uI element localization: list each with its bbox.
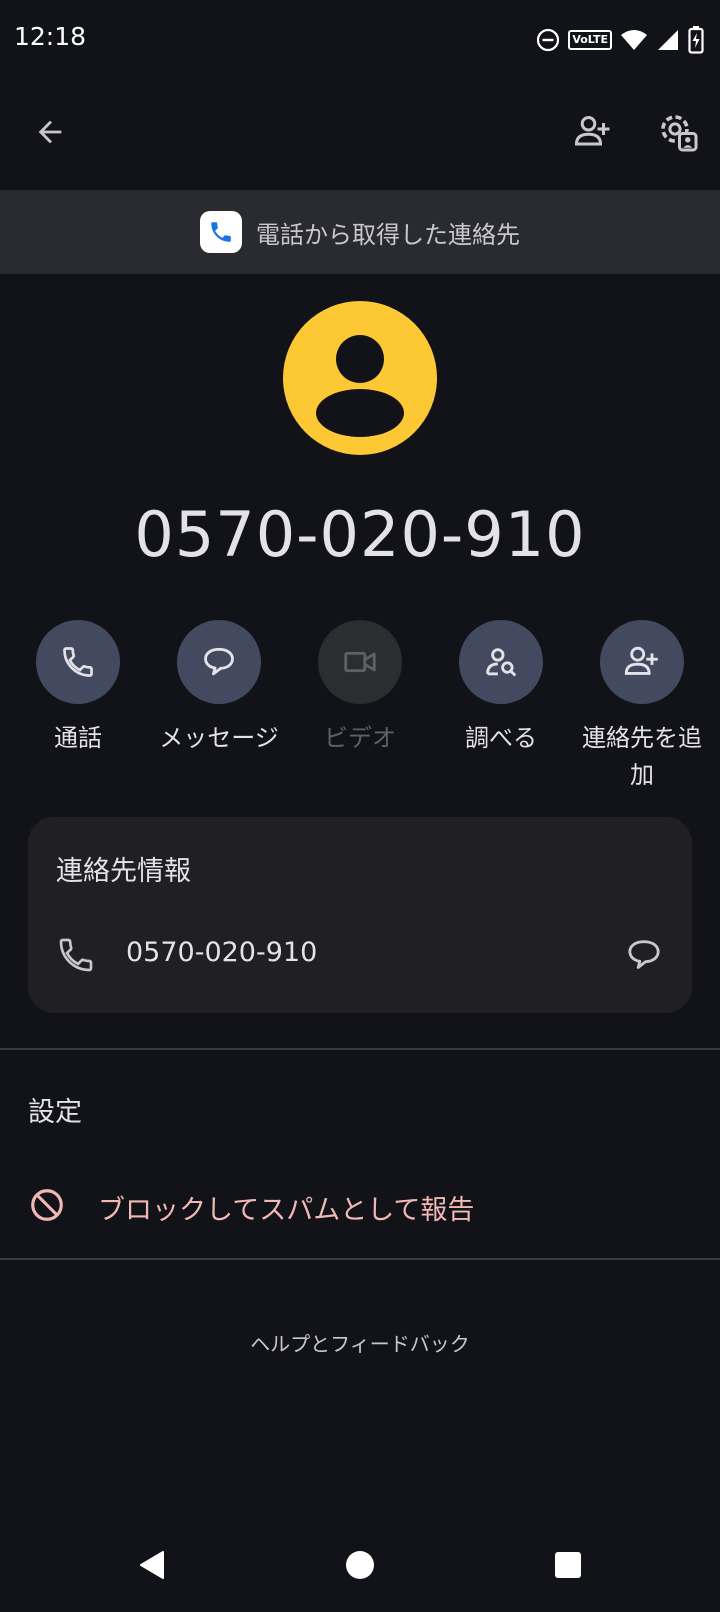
- phone-number-value: 0570-020-910: [126, 937, 318, 968]
- call-action[interactable]: 通話: [8, 620, 148, 757]
- message-label: メッセージ: [159, 724, 279, 752]
- quick-actions: 通話 メッセージ ビデオ 調べる 連絡先を追加: [0, 620, 720, 790]
- message-action[interactable]: メッセージ: [149, 620, 289, 757]
- video-label: ビデオ: [324, 724, 396, 752]
- status-bar: 12:18 VoLTE: [0, 0, 720, 80]
- divider: [0, 1048, 720, 1050]
- add-contact-action[interactable]: 連絡先を追加: [572, 620, 712, 794]
- add-contact-action-button[interactable]: [600, 620, 684, 704]
- wifi-icon: [621, 30, 647, 50]
- person-add-icon: [574, 115, 610, 146]
- nav-home-button[interactable]: [325, 1530, 395, 1600]
- call-button[interactable]: [36, 620, 120, 704]
- back-button[interactable]: [20, 102, 80, 162]
- nav-back-button[interactable]: [117, 1530, 187, 1600]
- video-action[interactable]: ビデオ: [290, 620, 430, 757]
- battery-charging-icon: [688, 26, 704, 54]
- phone-icon: [63, 647, 93, 677]
- search-action[interactable]: 調べる: [431, 620, 571, 757]
- person-search-icon: [486, 648, 517, 677]
- phone-number-row[interactable]: 0570-020-910: [28, 917, 692, 993]
- volte-icon: VoLTE: [568, 30, 612, 50]
- manage-accounts-icon: [661, 115, 698, 152]
- block-icon: [31, 1189, 63, 1221]
- nav-back-icon: [140, 1551, 164, 1579]
- contact-details-screen: 12:18 VoLTE 電話から取得した連絡先 0570-020-910 通話 …: [0, 0, 720, 1612]
- contact-info-card: 連絡先情報 0570-020-910: [28, 817, 692, 1013]
- nav-home-icon: [346, 1551, 374, 1579]
- status-time: 12:18: [14, 22, 87, 51]
- person-add-icon: [624, 646, 658, 675]
- divider: [0, 1258, 720, 1260]
- video-button[interactable]: [318, 620, 402, 704]
- message-icon: [204, 647, 234, 676]
- system-nav-bar: [0, 1530, 720, 1612]
- cell-signal-icon: [658, 30, 678, 50]
- phone-icon: [59, 938, 93, 972]
- settings-heading: 設定: [28, 1097, 82, 1128]
- send-message-button[interactable]: [622, 933, 666, 977]
- contact-settings-button[interactable]: [648, 102, 708, 162]
- block-report-spam-label: ブロックしてスパムとして報告: [98, 1195, 475, 1226]
- nav-recents-button[interactable]: [533, 1530, 603, 1600]
- arrow-back-icon: [38, 120, 62, 144]
- avatar: [283, 301, 437, 455]
- phone-app-icon: [200, 211, 242, 253]
- contact-source-banner: 電話から取得した連絡先: [0, 190, 720, 274]
- person-icon: [316, 335, 404, 437]
- source-banner-text: 電話から取得した連絡先: [256, 220, 520, 249]
- message-button[interactable]: [177, 620, 261, 704]
- help-feedback-link[interactable]: ヘルプとフィードバック: [0, 1328, 720, 1357]
- contact-number: 0570-020-910: [134, 498, 586, 571]
- top-app-bar: [0, 90, 720, 180]
- search-button[interactable]: [459, 620, 543, 704]
- do-not-disturb-icon: [537, 28, 560, 52]
- message-icon: [628, 940, 660, 969]
- status-icons: VoLTE: [536, 24, 704, 56]
- add-contact-label: 連絡先を追加: [582, 724, 702, 789]
- block-report-spam-row[interactable]: ブロックしてスパムとして報告: [0, 1170, 720, 1240]
- search-label: 調べる: [465, 724, 537, 752]
- videocam-icon: [344, 651, 376, 673]
- nav-recents-icon: [555, 1552, 581, 1578]
- contact-info-title: 連絡先情報: [56, 856, 191, 887]
- add-contact-button[interactable]: [563, 102, 623, 162]
- call-label: 通話: [54, 724, 102, 752]
